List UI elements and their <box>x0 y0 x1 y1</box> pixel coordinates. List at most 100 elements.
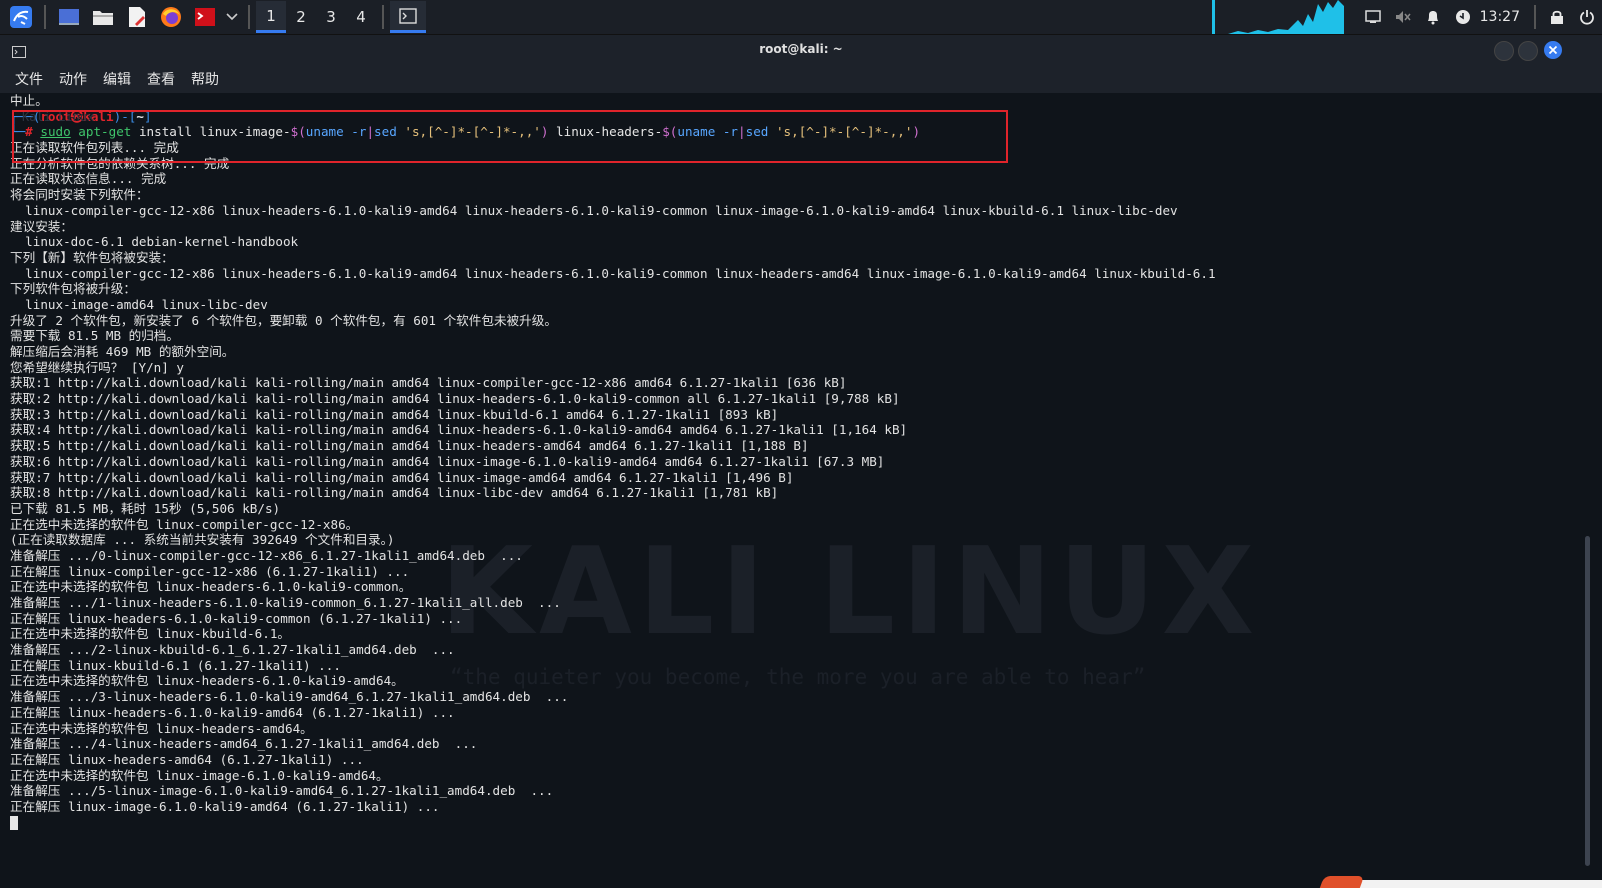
taskbar-right: 13:27 <box>1207 0 1602 34</box>
desktop-corner-badge <box>1319 876 1365 888</box>
terminal-line: 升级了 2 个软件包，新安装了 6 个软件包，要卸载 0 个软件包，有 601 … <box>10 312 557 328</box>
task-terminal-button[interactable] <box>390 1 426 33</box>
terminal-line: 正在解压 linux-kbuild-6.1 (6.1.27-1kali1) ..… <box>10 657 341 673</box>
volume-muted-icon[interactable] <box>1388 0 1418 34</box>
terminal-red-icon[interactable] <box>190 2 220 32</box>
update-icon[interactable] <box>1448 0 1478 34</box>
terminal-line: 已下载 81.5 MB，耗时 15秒 (5,506 kB/s) <box>10 500 281 516</box>
cmd-rest2: linux-headers- <box>548 124 663 140</box>
terminal-line: 建议安装： <box>10 218 73 234</box>
terminal-icon <box>399 7 417 24</box>
menu-help[interactable]: 帮助 <box>183 69 227 89</box>
terminal-line: 准备解压 .../3-linux-headers-6.1.0-kali9-amd… <box>10 689 569 705</box>
menu-view[interactable]: 查看 <box>139 69 183 89</box>
cmd-sub2-close: ) <box>912 124 921 140</box>
cmd-aptget: apt-get <box>78 124 132 140</box>
terminal-line: 正在选中未选择的软件包 linux-headers-6.1.0-kali9-am… <box>10 673 404 689</box>
terminal-line: 正在读取状态信息... 完成 <box>10 171 167 187</box>
prompt-hash-prefix: └─ <box>10 124 26 140</box>
chevron-down-icon[interactable] <box>224 2 240 32</box>
terminal-line: 下列软件包将被升级： <box>10 281 136 297</box>
workspace-1[interactable]: 1 <box>256 1 286 33</box>
cmd-arg2: 's,[^-]*-[^-]*-,,' <box>768 124 913 140</box>
terminal-line: 正在选中未选择的软件包 linux-headers-amd64。 <box>10 720 313 736</box>
cmd-sub1-open: $( <box>290 124 306 140</box>
menu-edit[interactable]: 编辑 <box>95 69 139 89</box>
cursor-line <box>10 815 1562 831</box>
faint-overlay-text: Kali Linux <box>22 110 95 124</box>
bell-icon[interactable] <box>1418 0 1448 34</box>
terminal-line: 正在选中未选择的软件包 linux-headers-6.1.0-kali9-co… <box>10 579 412 595</box>
menu-file[interactable]: 文件 <box>0 69 51 89</box>
cmd-pipe1: | <box>366 124 375 140</box>
desktop-icon[interactable] <box>54 2 84 32</box>
clock[interactable]: 13:27 <box>1478 9 1528 25</box>
terminal-line: 获取:1 http://kali.download/kali kali-roll… <box>10 375 847 391</box>
terminal-line: 准备解压 .../4-linux-headers-amd64_6.1.27-1k… <box>10 736 478 752</box>
file-manager-icon[interactable] <box>88 2 118 32</box>
power-icon[interactable] <box>1572 0 1602 34</box>
cmd-arg1: 's,[^-]*-[^-]*-,,' <box>396 124 541 140</box>
menubar: 文件 动作 编辑 查看 帮助 <box>0 65 1602 93</box>
terminal-line: 获取:5 http://kali.download/kali kali-roll… <box>10 438 809 454</box>
minimize-button[interactable] <box>1494 41 1514 61</box>
terminal-line: 正在解压 linux-headers-6.1.0-kali9-amd64 (6.… <box>10 704 455 720</box>
terminal-line: 准备解压 .../0-linux-compiler-gcc-12-x86_6.1… <box>10 547 523 563</box>
taskbar: 1 2 3 4 13:27 <box>0 0 1602 35</box>
terminal-line: 准备解压 .../5-linux-image-6.1.0-kali9-amd64… <box>10 783 554 799</box>
terminal-line: 正在解压 linux-headers-6.1.0-kali9-common (6… <box>10 610 463 626</box>
cmd-sub1-cmd: uname -r <box>305 124 367 140</box>
workspace-3[interactable]: 3 <box>316 1 346 33</box>
terminal-line: (正在读取数据库 ... 系统当前共安装有 392649 个文件和目录。) <box>10 532 395 548</box>
terminal-line: linux-compiler-gcc-12-x86 linux-headers-… <box>10 265 1216 281</box>
cmd-rest1: install linux-image- <box>131 124 291 140</box>
firefox-icon[interactable] <box>156 2 186 32</box>
terminal-line: linux-image-amd64 linux-libc-dev <box>10 296 268 312</box>
text-editor-icon[interactable] <box>122 2 152 32</box>
screen-icon[interactable] <box>1358 0 1388 34</box>
terminal-line: 正在解压 linux-compiler-gcc-12-x86 (6.1.27-1… <box>10 563 410 579</box>
close-button[interactable] <box>1544 41 1562 59</box>
terminal-line: 准备解压 .../1-linux-headers-6.1.0-kali9-com… <box>10 595 561 610</box>
prompt-close: ] <box>143 108 152 124</box>
cmd-sed1: sed <box>374 124 397 140</box>
terminal-scrollbar[interactable] <box>1585 536 1590 866</box>
maximize-button[interactable] <box>1518 41 1538 61</box>
terminal-line: 解压缩后会消耗 469 MB 的额外空间。 <box>10 344 235 359</box>
taskbar-separator <box>382 5 384 29</box>
terminal-line: 正在分析软件包的依赖关系树... 完成 <box>10 155 230 171</box>
terminal-cursor <box>10 816 18 831</box>
workspace-4[interactable]: 4 <box>346 1 376 33</box>
prompt-hash: # <box>25 124 33 140</box>
menu-actions[interactable]: 动作 <box>51 69 95 89</box>
terminal-line: 准备解压 .../2-linux-kbuild-6.1_6.1.27-1kali… <box>10 642 455 658</box>
taskbar-separator <box>1534 5 1536 29</box>
cmd-sudo: sudo <box>40 124 71 140</box>
terminal-line: 正在解压 linux-headers-amd64 (6.1.27-1kali1)… <box>10 751 364 767</box>
close-icon <box>1548 45 1558 55</box>
prompt-line: ┌──(root㉿kali)-[~] <box>10 109 1562 125</box>
cmd-sub2-cmd: uname -r <box>677 124 739 140</box>
terminal-line: 获取:8 http://kali.download/kali kali-roll… <box>10 485 779 501</box>
terminal-line: 获取:7 http://kali.download/kali kali-roll… <box>10 469 794 485</box>
cpu-graph[interactable] <box>1207 0 1348 34</box>
terminal-output-lines: 正在读取软件包列表... 完成 正在分析软件包的依赖关系树... 完成 正在读取状态… <box>10 140 1562 815</box>
prompt-mid: )-[ <box>113 108 137 124</box>
lock-icon[interactable] <box>1542 0 1572 34</box>
terminal-line: 获取:3 http://kali.download/kali kali-roll… <box>10 406 779 422</box>
cmd-sed2: sed <box>745 124 769 140</box>
terminal-area[interactable]: KALI LINUX “the quieter you become, the … <box>0 93 1602 888</box>
terminal-line-abort: 中止。 <box>10 93 48 108</box>
workspace-2[interactable]: 2 <box>286 1 316 33</box>
terminal-line: 正在选中未选择的软件包 linux-kbuild-6.1。 <box>10 626 291 642</box>
terminal-line: 需要下载 81.5 MB 的归档。 <box>10 328 179 344</box>
terminal-line: linux-compiler-gcc-12-x86 linux-headers-… <box>10 202 1178 218</box>
taskbar-separator <box>248 5 250 29</box>
terminal-line: 获取:2 http://kali.download/kali kali-roll… <box>10 391 900 407</box>
terminal-line: 下列【新】软件包将被安装： <box>10 249 174 265</box>
terminal-line: 正在读取软件包列表... 完成 <box>10 140 179 156</box>
window-titlebar[interactable]: root@kali: ~ <box>0 35 1602 65</box>
cmd-sub2-open: $( <box>662 124 678 140</box>
kali-menu-icon[interactable] <box>6 2 36 32</box>
terminal-line: 将会同时安装下列软件： <box>10 187 149 203</box>
